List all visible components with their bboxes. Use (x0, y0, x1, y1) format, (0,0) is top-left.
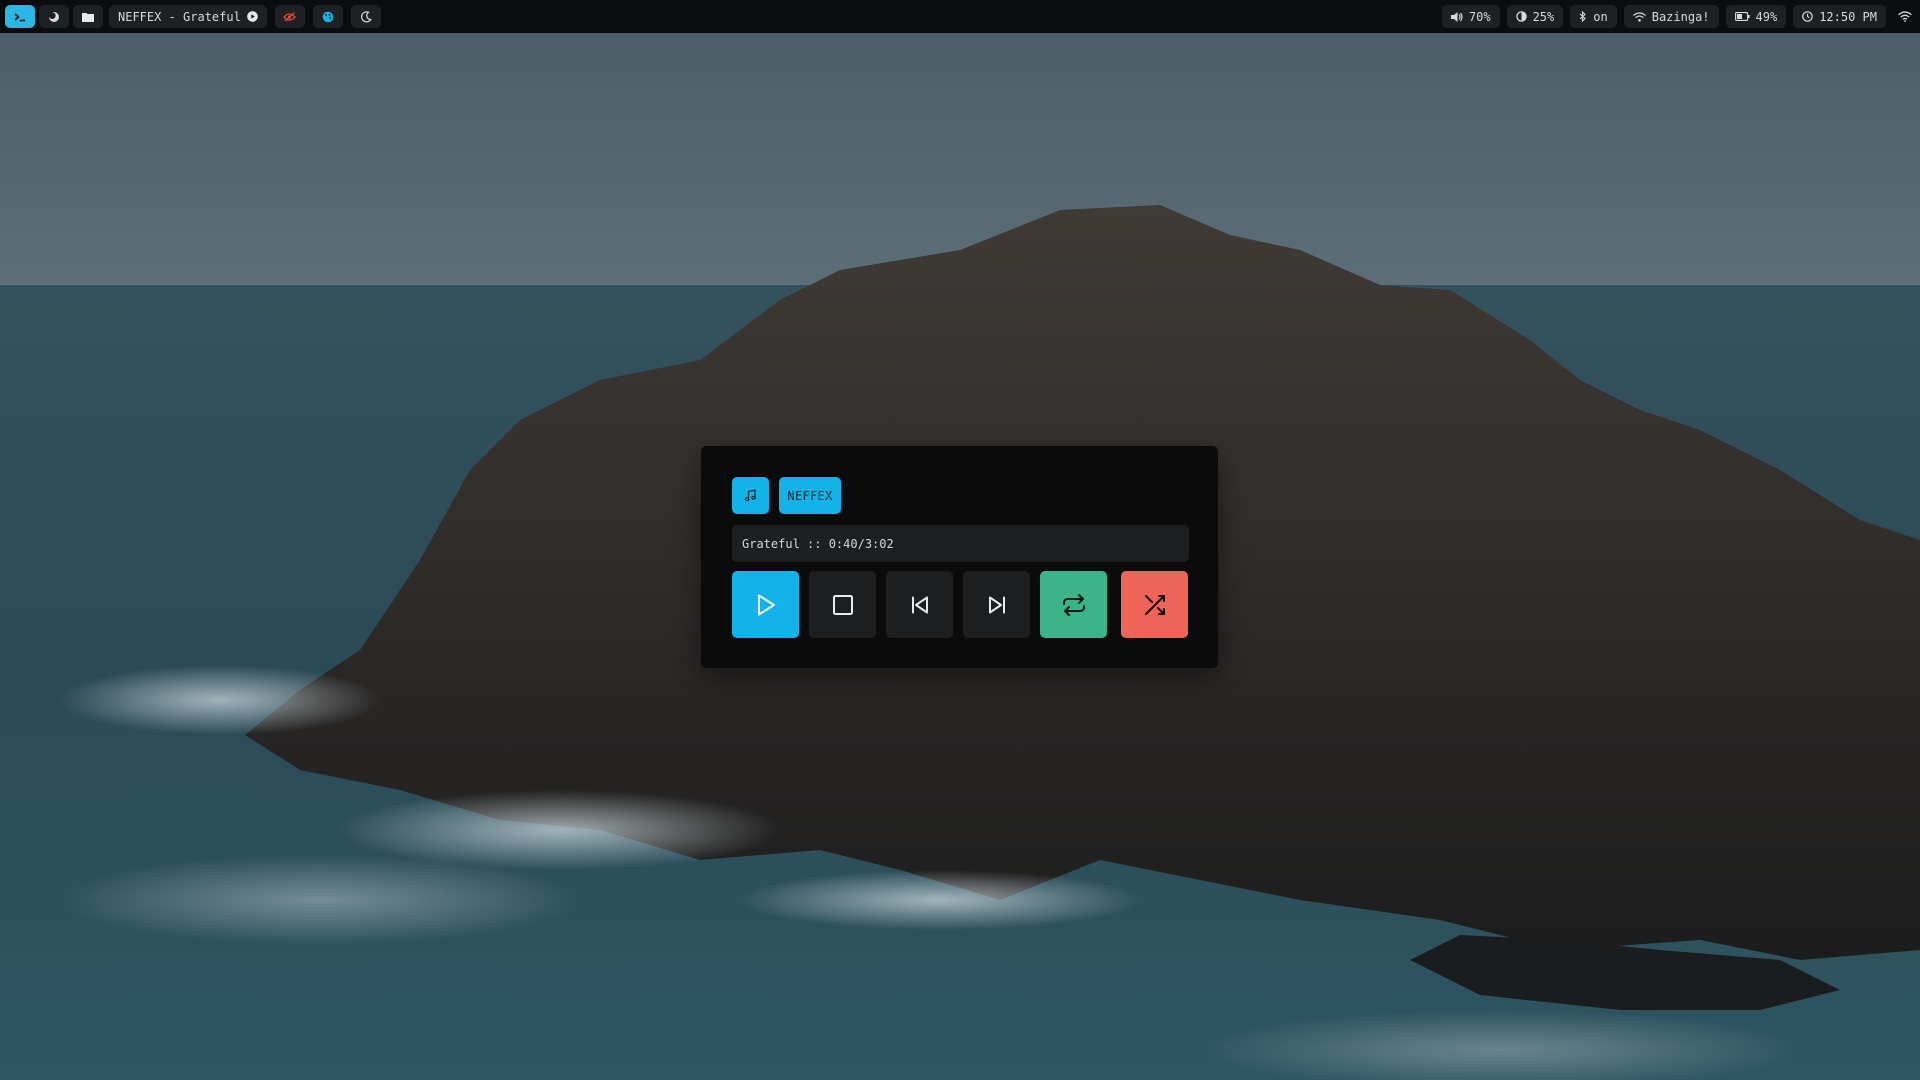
bluetooth-indicator[interactable]: on (1570, 5, 1617, 28)
battery-indicator[interactable]: 49% (1725, 5, 1787, 28)
night-mode-button[interactable] (350, 5, 381, 28)
status-area: 70% 25% on Bazinga! 49% 12:50 PM (1435, 5, 1920, 28)
previous-button[interactable] (886, 571, 953, 638)
volume-icon (1450, 11, 1463, 22)
battery-value: 49% (1755, 9, 1778, 24)
top-bar: NEFFEX - Grateful 70% 25% on Bazinga! 49… (0, 0, 1920, 33)
files-button[interactable] (73, 5, 103, 28)
bluetooth-icon (1579, 11, 1587, 22)
shuffle-button[interactable] (1121, 571, 1188, 638)
volume-indicator[interactable]: 70% (1441, 5, 1500, 28)
track-info: Grateful :: 0:40/3:02 (732, 525, 1189, 562)
moon-swirl-icon (48, 11, 59, 22)
network-corner-icon-wrap[interactable] (1898, 11, 1912, 22)
artist-tag[interactable]: NEFFEX (779, 477, 841, 514)
clock-time: 12:50 PM (1819, 9, 1877, 24)
folder-icon (82, 12, 94, 22)
play-button[interactable] (732, 571, 799, 638)
stop-icon (832, 594, 853, 615)
wifi-icon (1632, 11, 1646, 22)
music-tag[interactable] (732, 477, 769, 514)
desktop: NEFFEX - Grateful 70% 25% on Bazinga! 49… (0, 0, 1920, 1080)
wifi-signal-icon (1898, 11, 1912, 22)
play-icon (757, 594, 775, 615)
wifi-network: Bazinga! (1651, 9, 1710, 24)
palette-button[interactable] (312, 5, 343, 28)
repeat-icon (1062, 593, 1085, 616)
eye-toggle-button[interactable] (274, 5, 305, 28)
bluetooth-status: on (1593, 9, 1608, 24)
clock-icon (1802, 11, 1814, 22)
skip-back-icon (911, 596, 928, 613)
wifi-indicator[interactable]: Bazinga! (1623, 5, 1719, 28)
terminal-icon (14, 12, 25, 21)
media-title-pill[interactable]: NEFFEX - Grateful (109, 5, 267, 28)
brightness-value: 25% (1532, 9, 1555, 24)
skip-forward-icon (988, 596, 1005, 613)
clock[interactable]: 12:50 PM (1793, 5, 1886, 28)
play-circle-icon (247, 11, 258, 22)
repeat-button[interactable] (1040, 571, 1107, 638)
track-title-time: Grateful :: 0:40/3:02 (742, 536, 894, 551)
eye-off-icon (283, 12, 297, 21)
palette-icon (322, 11, 334, 22)
launcher-button[interactable] (39, 5, 69, 28)
stop-button[interactable] (809, 571, 876, 638)
media-player-widget: NEFFEX Grateful :: 0:40/3:02 (701, 446, 1218, 668)
moon-icon (360, 10, 372, 22)
volume-value: 70% (1468, 9, 1491, 24)
shuffle-icon (1144, 594, 1165, 615)
brightness-indicator[interactable]: 25% (1506, 5, 1564, 28)
media-title: NEFFEX - Grateful (118, 9, 241, 24)
brightness-icon (1515, 11, 1527, 22)
battery-icon (1734, 12, 1750, 21)
music-note-icon (744, 489, 756, 502)
terminal-button[interactable] (5, 5, 35, 28)
next-button[interactable] (963, 571, 1030, 638)
